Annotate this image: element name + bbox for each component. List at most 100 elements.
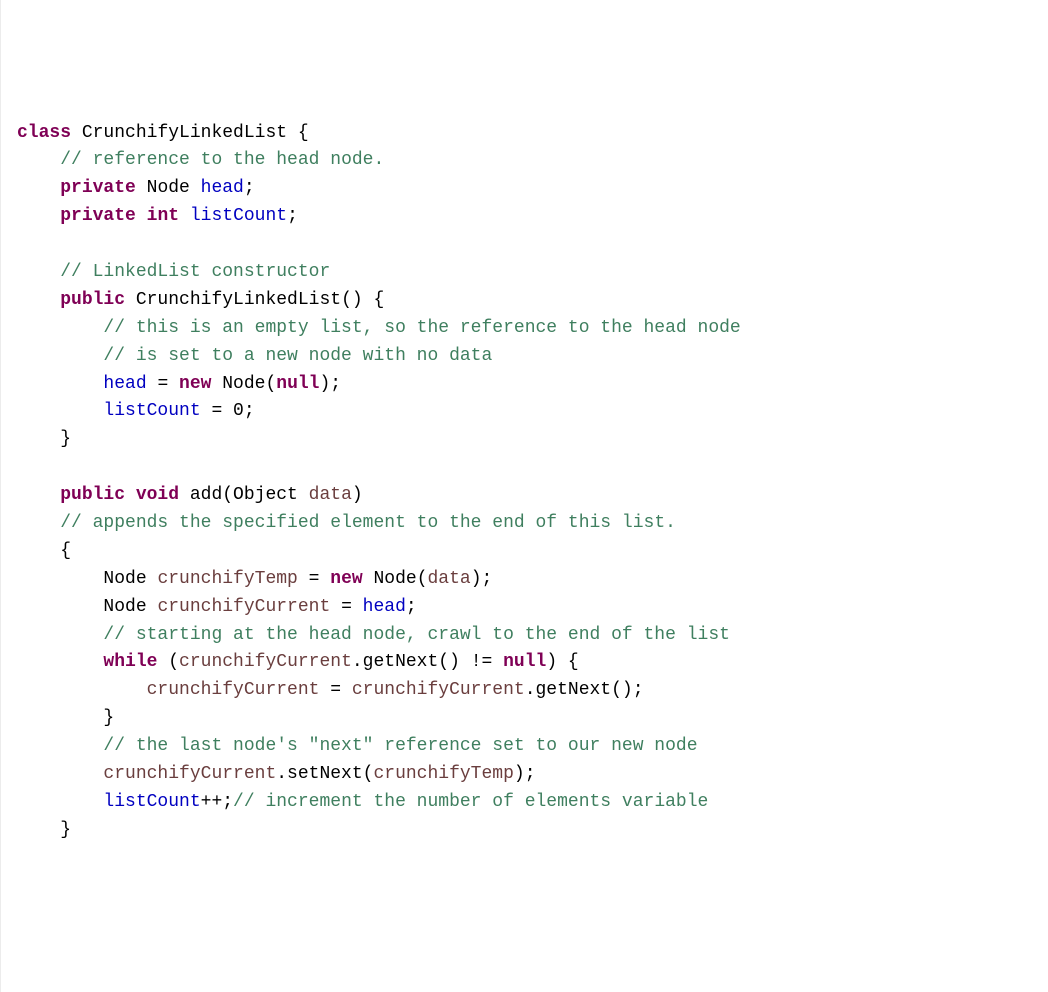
indent (17, 541, 60, 561)
method-add: add (190, 485, 222, 505)
field-head: head (363, 597, 406, 617)
code-line: private int listCount; (17, 206, 298, 226)
param-data: data (428, 569, 471, 589)
indent (17, 625, 103, 645)
var-crunchifycurrent: crunchifyCurrent (352, 680, 525, 700)
keyword-private: private (60, 206, 136, 226)
code-line: public CrunchifyLinkedList() { (17, 290, 384, 310)
var-crunchifytemp: crunchifyTemp (373, 764, 513, 784)
code-line: Node crunchifyCurrent = head; (17, 597, 417, 617)
paren-open: (Object (222, 485, 308, 505)
indent (17, 318, 103, 338)
field-head: head (201, 178, 244, 198)
call-setnext: .setNext( (276, 764, 373, 784)
indent (17, 708, 103, 728)
var-crunchifycurrent: crunchifyCurrent (179, 652, 352, 672)
code-line: // is set to a new node with no data (17, 346, 492, 366)
brace: { (287, 123, 309, 143)
keyword-int: int (136, 206, 190, 226)
brace: { (60, 541, 71, 561)
keyword-new: new (179, 374, 211, 394)
indent (17, 429, 60, 449)
class-name (71, 123, 82, 143)
indent (17, 792, 103, 812)
class-name-text: CrunchifyLinkedList (82, 123, 287, 143)
comment: // this is an empty list, so the referen… (103, 318, 740, 338)
type: Node (136, 178, 201, 198)
indent (17, 764, 103, 784)
var-crunchifytemp: crunchifyTemp (157, 569, 297, 589)
field-listcount: listCount (103, 401, 200, 421)
code-block: class CrunchifyLinkedList { // reference… (17, 120, 1032, 845)
indent (17, 485, 60, 505)
code-line: listCount = 0; (17, 401, 255, 421)
keyword-new: new (330, 569, 362, 589)
keyword-void: void (125, 485, 190, 505)
code-line: Node crunchifyTemp = new Node(data); (17, 569, 492, 589)
indent (17, 820, 60, 840)
node-open: Node( (363, 569, 428, 589)
code-line: crunchifyCurrent = crunchifyCurrent.getN… (17, 680, 644, 700)
call-getnext: .getNext(); (525, 680, 644, 700)
field-head: head (103, 374, 146, 394)
semicolon: ; (287, 206, 298, 226)
code-line: { (17, 541, 71, 561)
field-listcount: listCount (190, 206, 287, 226)
code-line: } (17, 820, 71, 840)
code-line: } (17, 708, 114, 728)
indent (17, 569, 103, 589)
param-data: data (309, 485, 352, 505)
keyword-null: null (276, 374, 319, 394)
keyword-class: class (17, 123, 71, 143)
indent (17, 401, 103, 421)
comment: // LinkedList constructor (60, 262, 330, 282)
comment: // is set to a new node with no data (103, 346, 492, 366)
eq: = (147, 374, 179, 394)
code-line: public void add(Object data) (17, 485, 363, 505)
indent (17, 262, 60, 282)
brace: } (60, 429, 71, 449)
keyword-public: public (60, 290, 125, 310)
decl-pre: Node (103, 597, 157, 617)
keyword-public: public (60, 485, 125, 505)
indent (17, 150, 60, 170)
code-line: head = new Node(null); (17, 374, 341, 394)
blank-line (17, 234, 28, 254)
indent (17, 346, 103, 366)
indent (17, 206, 60, 226)
comment: // starting at the head node, crawl to t… (103, 625, 730, 645)
indent (17, 513, 60, 533)
code-line: class CrunchifyLinkedList { (17, 123, 309, 143)
comment: // appends the specified element to the … (60, 513, 676, 533)
var-crunchifycurrent: crunchifyCurrent (147, 680, 320, 700)
code-line: while (crunchifyCurrent.getNext() != nul… (17, 652, 579, 672)
decl-pre: Node (103, 569, 157, 589)
comment: // increment the number of elements vari… (233, 792, 708, 812)
paren-close: ) { (546, 652, 578, 672)
assign-zero: = 0; (201, 401, 255, 421)
indent (17, 374, 103, 394)
code-line: // appends the specified element to the … (17, 513, 676, 533)
indent (17, 652, 103, 672)
indent (17, 680, 147, 700)
semicolon: ; (406, 597, 417, 617)
code-line: // reference to the head node. (17, 150, 384, 170)
paren-close: ); (514, 764, 536, 784)
comment: // the last node's "next" reference set … (103, 736, 697, 756)
eq: = (298, 569, 330, 589)
node-open: Node( (211, 374, 276, 394)
var-crunchifycurrent: crunchifyCurrent (103, 764, 276, 784)
code-line: // LinkedList constructor (17, 262, 330, 282)
code-line: } (17, 429, 71, 449)
var-crunchifycurrent: crunchifyCurrent (157, 597, 330, 617)
indent (17, 597, 103, 617)
paren-close: ) (352, 485, 363, 505)
code-line: // starting at the head node, crawl to t… (17, 625, 730, 645)
code-line: private Node head; (17, 178, 255, 198)
constructor-name: CrunchifyLinkedList() { (125, 290, 384, 310)
keyword-while: while (103, 652, 157, 672)
call-getnext: .getNext() != (352, 652, 503, 672)
semicolon: ; (244, 178, 255, 198)
increment: ++; (201, 792, 233, 812)
node-close: ); (319, 374, 341, 394)
